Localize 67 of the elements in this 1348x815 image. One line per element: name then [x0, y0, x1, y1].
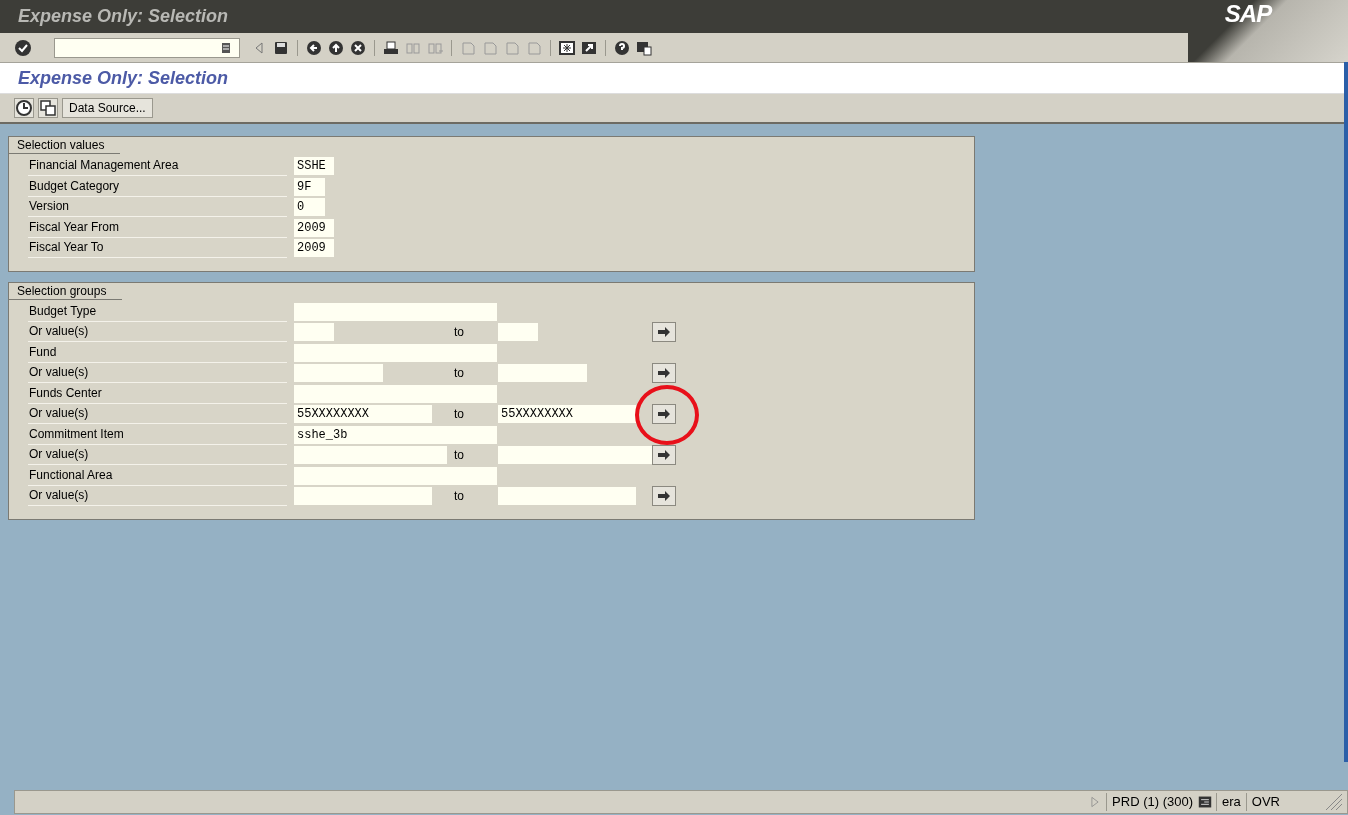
checkmark-icon[interactable]	[14, 38, 32, 57]
field-label: Budget Category	[28, 176, 287, 197]
input-field[interactable]	[498, 323, 538, 342]
field-label: Or value(s)	[28, 363, 287, 384]
help-icon[interactable]	[613, 38, 631, 57]
input-field[interactable]	[294, 302, 497, 321]
input-field[interactable]	[294, 446, 447, 465]
field-label: Functional Area	[28, 465, 287, 486]
input-field[interactable]: 55XXXXXXXX	[498, 405, 636, 424]
new-session-icon[interactable]	[558, 38, 576, 57]
multiple-selection-button[interactable]	[652, 322, 676, 343]
field-label: Budget Type	[28, 301, 287, 322]
input-field[interactable]	[294, 487, 432, 506]
back-icon[interactable]	[305, 38, 323, 57]
field-label: Or value(s)	[28, 404, 287, 425]
field-label: Fiscal Year From	[28, 217, 287, 238]
input-field[interactable]: 55XXXXXXXX	[294, 405, 432, 424]
input-field[interactable]: 2009	[294, 218, 334, 237]
execute-button[interactable]	[14, 98, 34, 118]
input-field[interactable]	[498, 364, 587, 383]
input-field[interactable]	[294, 364, 383, 383]
field-label: Version	[28, 197, 287, 218]
window-title: Expense Only: Selection	[18, 6, 229, 27]
up-icon[interactable]	[327, 38, 345, 57]
input-field[interactable]: SSHE	[294, 157, 334, 176]
panel-title: Selection values	[9, 137, 121, 154]
input-field[interactable]: 0	[294, 198, 325, 217]
resize-grip-icon	[1325, 793, 1343, 811]
pages-icon	[39, 99, 57, 117]
multiple-selection-button[interactable]	[652, 363, 676, 384]
command-field[interactable]	[54, 37, 240, 58]
input-field[interactable]: sshe_3b	[294, 425, 497, 444]
input-field[interactable]	[294, 343, 497, 362]
input-field[interactable]: 9F	[294, 177, 325, 196]
field-label: Financial Management Area	[28, 156, 287, 177]
logo: SAP	[1223, 0, 1273, 28]
field-label: Funds Center	[28, 383, 287, 404]
server-name: era	[1216, 793, 1246, 811]
copy-button[interactable]	[38, 98, 58, 118]
multiple-selection-button[interactable]	[652, 486, 676, 507]
field-label: to	[453, 487, 465, 505]
input-field[interactable]	[498, 487, 636, 506]
cancel-icon[interactable]	[349, 38, 367, 57]
field-label: Fund	[28, 342, 287, 363]
clock-icon	[15, 99, 33, 117]
input-field[interactable]: 2009	[294, 239, 334, 258]
field-label: Or value(s)	[28, 445, 287, 466]
insert-mode: OVR	[1245, 793, 1285, 811]
field-label: to	[453, 364, 465, 382]
input-field[interactable]	[294, 384, 497, 403]
screen-title: Expense Only: Selection	[18, 67, 229, 89]
session-icon[interactable]	[1198, 795, 1213, 809]
field-label: to	[453, 323, 465, 341]
print-icon[interactable]	[382, 38, 400, 57]
input-field[interactable]	[498, 446, 652, 465]
system-info: PRD (1) (300)	[1106, 793, 1199, 811]
field-label: Or value(s)	[28, 322, 287, 343]
data-source-button[interactable]: Data Source...	[62, 98, 153, 118]
field-label: Or value(s)	[28, 486, 287, 507]
input-field[interactable]	[294, 466, 497, 485]
field-label: Fiscal Year To	[28, 238, 287, 259]
input-field[interactable]	[294, 323, 334, 342]
multiple-selection-button[interactable]	[652, 445, 676, 466]
multiple-selection-button[interactable]	[652, 404, 676, 425]
field-label: to	[453, 446, 465, 464]
field-label: Commitment Item	[28, 424, 287, 445]
field-label: to	[453, 405, 465, 423]
